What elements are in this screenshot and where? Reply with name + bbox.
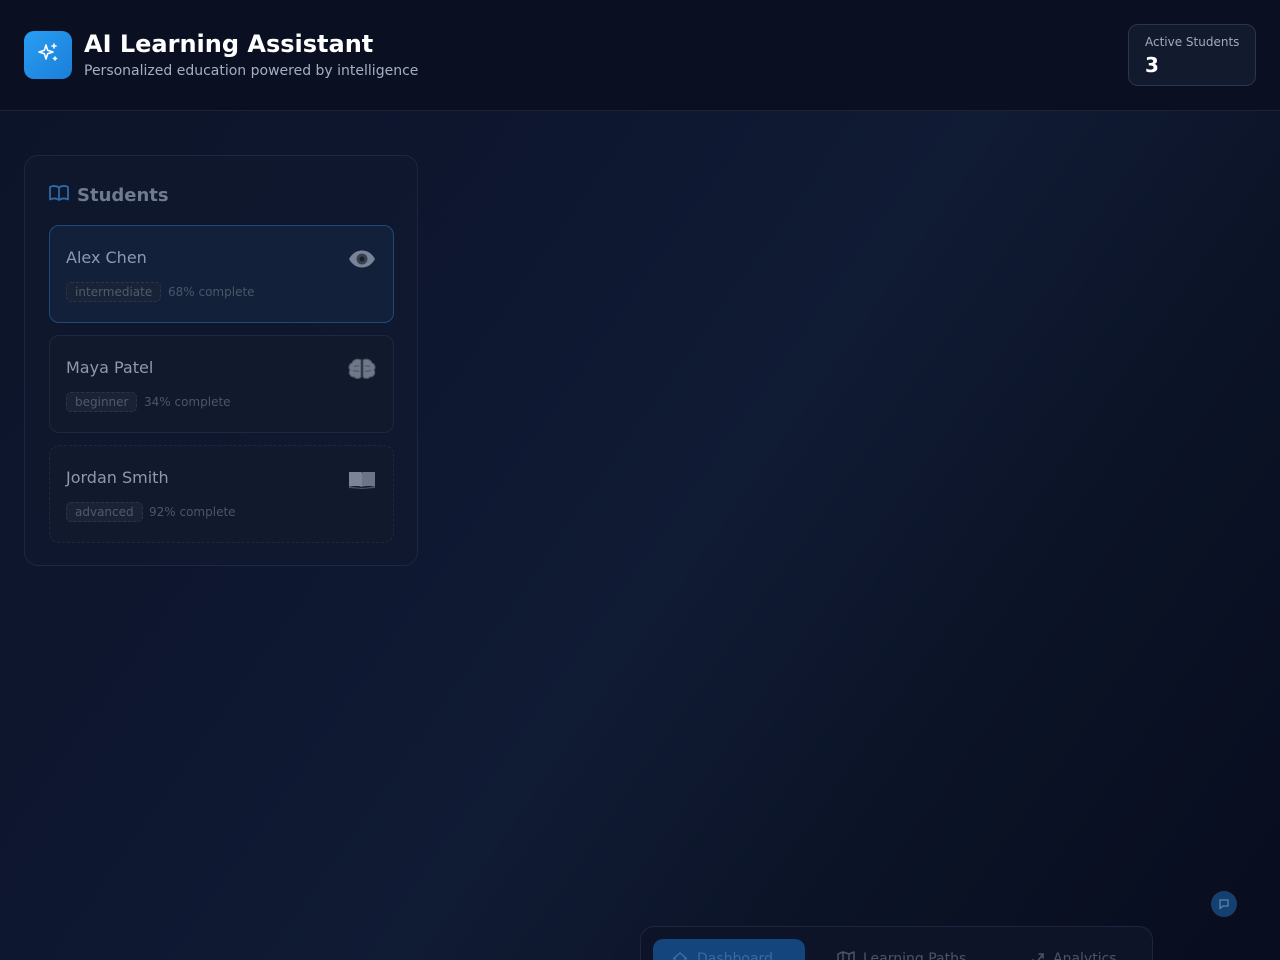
book-open-icon	[49, 184, 69, 207]
progress-text: 92% complete	[149, 505, 236, 519]
students-panel-title: Students	[49, 184, 169, 207]
level-badge: intermediate	[66, 282, 162, 302]
chart-icon	[1027, 951, 1045, 960]
app-subtitle: Personalized education powered by intell…	[84, 63, 419, 79]
nav-item-analytics[interactable]: Analytics	[1009, 939, 1139, 960]
home-icon	[671, 951, 689, 960]
bottom-nav: Dashboard Learning Paths Analytics	[640, 926, 1153, 960]
progress-text: 68% complete	[168, 285, 255, 299]
nav-item-label: Learning Paths	[863, 951, 967, 960]
nav-item-learning-paths[interactable]: Learning Paths	[819, 939, 989, 960]
level-badge: advanced	[66, 502, 143, 522]
book-icon	[347, 466, 377, 492]
sparkles-icon	[36, 41, 60, 69]
students-panel: Students Alex Chen intermediate 68% comp…	[24, 155, 418, 566]
active-students-card: Active Students 3	[1128, 24, 1256, 86]
student-card[interactable]: Maya Patel beginner 34% complete	[49, 335, 394, 433]
chat-fab-button[interactable]	[1211, 891, 1237, 917]
student-name: Maya Patel	[66, 358, 154, 377]
eye-icon	[347, 246, 377, 272]
progress-text: 34% complete	[144, 395, 231, 409]
active-students-label: Active Students	[1145, 35, 1240, 49]
brain-icon	[347, 356, 377, 382]
student-card[interactable]: Alex Chen intermediate 68% complete	[49, 225, 394, 323]
nav-item-label: Analytics	[1053, 951, 1117, 960]
student-name: Jordan Smith	[66, 468, 169, 487]
app-logo	[24, 31, 72, 79]
app-header: AI Learning Assistant Personalized educa…	[0, 0, 1280, 111]
nav-item-dashboard[interactable]: Dashboard	[653, 939, 805, 960]
students-panel-label: Students	[77, 185, 169, 206]
nav-item-label: Dashboard	[697, 951, 773, 960]
map-icon	[837, 951, 855, 960]
active-students-value: 3	[1145, 53, 1159, 77]
app-title: AI Learning Assistant	[84, 30, 374, 58]
level-badge: beginner	[66, 392, 138, 412]
student-card[interactable]: Jordan Smith advanced 92% complete	[49, 445, 394, 543]
student-name: Alex Chen	[66, 248, 147, 267]
chat-icon	[1218, 895, 1230, 914]
